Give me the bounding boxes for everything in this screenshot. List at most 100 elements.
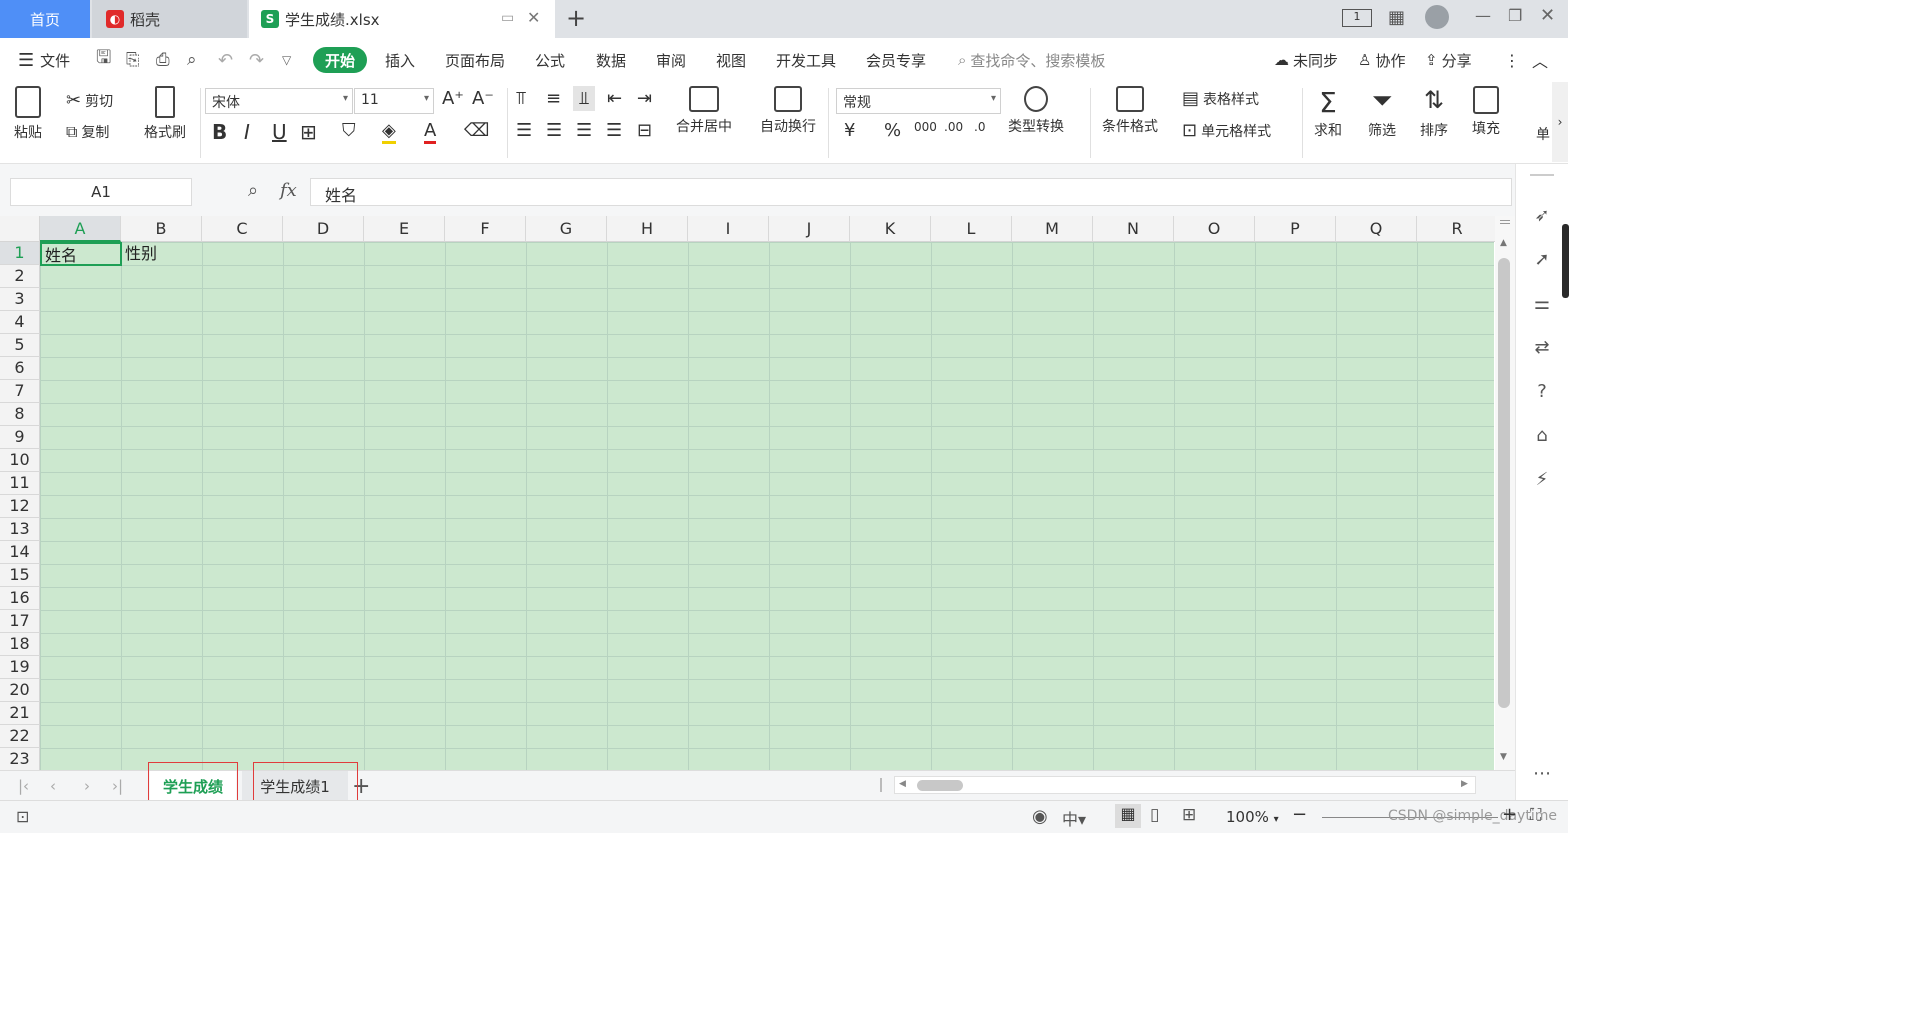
normal-view-icon[interactable]: ▦ bbox=[1115, 804, 1141, 828]
tab-start[interactable]: 开始 bbox=[313, 47, 368, 73]
fx-icon[interactable]: fx bbox=[280, 180, 297, 201]
cell-a1[interactable]: 姓名 bbox=[40, 242, 122, 266]
minimize-icon[interactable]: — bbox=[1475, 6, 1491, 25]
select-all-corner[interactable] bbox=[0, 216, 40, 242]
align-right-icon[interactable]: ☰ bbox=[576, 120, 592, 141]
prev-sheet-icon[interactable]: ‹ bbox=[50, 771, 56, 801]
tab-review[interactable]: 审阅 bbox=[656, 38, 686, 82]
page-break-view-icon[interactable]: ⊞ bbox=[1182, 805, 1196, 825]
last-sheet-icon[interactable]: ›| bbox=[112, 771, 123, 801]
increase-font-icon[interactable]: A⁺ bbox=[442, 88, 464, 109]
export-icon[interactable]: ⎘ bbox=[126, 38, 140, 82]
redo-icon[interactable]: ↷ bbox=[249, 38, 264, 82]
name-box[interactable]: A1 bbox=[10, 178, 192, 206]
font-name-select[interactable]: 宋体 bbox=[205, 88, 353, 114]
row-header[interactable]: 10 bbox=[0, 449, 40, 472]
quick-access-dropdown-icon[interactable]: ▽ bbox=[282, 38, 291, 82]
row-header[interactable]: 9 bbox=[0, 426, 40, 449]
fill-color-icon[interactable]: ◈ bbox=[382, 120, 396, 144]
more-options-icon[interactable]: ⋯ bbox=[1532, 764, 1552, 784]
row-header[interactable]: 14 bbox=[0, 541, 40, 564]
restore-icon[interactable]: ❐ bbox=[1508, 6, 1522, 25]
zoom-search-icon[interactable]: ⌕ bbox=[248, 180, 258, 201]
new-tab-button[interactable]: + bbox=[566, 4, 586, 32]
row-header[interactable]: 8 bbox=[0, 403, 40, 426]
cell-style-button[interactable]: ⊡ 单元格样式 bbox=[1182, 120, 1271, 141]
column-header[interactable]: D bbox=[283, 216, 364, 242]
column-header[interactable]: C bbox=[202, 216, 283, 242]
column-header[interactable]: H bbox=[607, 216, 688, 242]
row-header[interactable]: 3 bbox=[0, 288, 40, 311]
column-header[interactable]: L bbox=[931, 216, 1012, 242]
row-header[interactable]: 12 bbox=[0, 495, 40, 518]
page-count-icon[interactable]: 1 bbox=[1342, 9, 1372, 27]
horizontal-scrollbar[interactable]: ◀ ▶ bbox=[894, 776, 1476, 794]
tab-developer[interactable]: 开发工具 bbox=[776, 38, 836, 82]
cell-b1[interactable]: 性别 bbox=[122, 242, 203, 265]
store-icon[interactable]: ⌂ bbox=[1532, 426, 1552, 446]
save-icon[interactable]: 🖫 bbox=[96, 38, 111, 82]
row-header[interactable]: 6 bbox=[0, 357, 40, 380]
table-style-button[interactable]: ▤ 表格样式 bbox=[1182, 88, 1259, 109]
tab-data[interactable]: 数据 bbox=[596, 38, 626, 82]
sliders-icon[interactable]: ⚌ bbox=[1532, 294, 1552, 314]
underline-icon[interactable]: U bbox=[272, 120, 287, 144]
input-method-icon[interactable]: 中▾ bbox=[1062, 806, 1086, 830]
row-header[interactable]: 23 bbox=[0, 748, 40, 770]
panel-handle[interactable] bbox=[1530, 174, 1554, 176]
type-convert-button[interactable]: 类型转换 bbox=[1008, 86, 1064, 136]
row-header[interactable]: 1 bbox=[0, 242, 40, 265]
fill-button[interactable]: 填充 bbox=[1472, 86, 1500, 138]
fill-pattern-icon[interactable]: ⛉ bbox=[342, 120, 356, 141]
close-window-icon[interactable]: ✕ bbox=[1540, 5, 1555, 26]
next-sheet-icon[interactable]: › bbox=[84, 771, 90, 801]
font-color-icon[interactable]: A bbox=[424, 120, 437, 144]
align-left-icon[interactable]: ☰ bbox=[516, 120, 532, 141]
file-menu[interactable]: ☰ 文件 bbox=[18, 38, 70, 82]
merge-center-button[interactable]: 合并居中 bbox=[676, 86, 732, 136]
rocket-icon[interactable]: ➶ bbox=[1532, 206, 1552, 226]
column-header[interactable]: I bbox=[688, 216, 769, 242]
align-bottom-icon[interactable]: ⫫ bbox=[573, 86, 596, 111]
page-layout-view-icon[interactable]: ▯ bbox=[1150, 805, 1159, 825]
row-header[interactable]: 17 bbox=[0, 610, 40, 633]
row-header[interactable]: 4 bbox=[0, 311, 40, 334]
formula-input[interactable]: 姓名 bbox=[310, 178, 1512, 206]
split-handle[interactable] bbox=[1500, 220, 1510, 224]
ribbon-scroll-right-icon[interactable]: › bbox=[1552, 82, 1568, 162]
scroll-right-icon[interactable]: ▶ bbox=[1461, 779, 1468, 789]
convert-panel-icon[interactable]: ⇄ bbox=[1532, 338, 1552, 358]
sort-button[interactable]: ⇅ 排序 bbox=[1420, 86, 1448, 140]
command-search[interactable]: ⌕ 查找命令、搜索模板 bbox=[958, 38, 1105, 82]
fullscreen-icon[interactable]: ⛶ bbox=[1530, 805, 1541, 825]
align-center-icon[interactable]: ☰ bbox=[546, 120, 562, 141]
avatar[interactable] bbox=[1425, 5, 1449, 29]
tab-formula[interactable]: 公式 bbox=[535, 38, 565, 82]
print-icon[interactable]: ⎙ bbox=[156, 38, 170, 82]
row-header[interactable]: 11 bbox=[0, 472, 40, 495]
align-middle-icon[interactable]: ≡ bbox=[546, 88, 561, 109]
decrease-indent-icon[interactable]: ⇤ bbox=[607, 88, 622, 109]
tab-file[interactable]: S 学生成绩.xlsx ▭ ✕ bbox=[249, 0, 555, 38]
decrease-font-icon[interactable]: A⁻ bbox=[472, 88, 494, 109]
vertical-scroll-thumb[interactable] bbox=[1498, 258, 1510, 708]
zoom-in-icon[interactable]: + bbox=[1502, 804, 1517, 825]
horizontal-scroll-thumb[interactable] bbox=[917, 780, 963, 791]
bold-icon[interactable]: B bbox=[212, 120, 227, 144]
tab-home[interactable]: 首页 bbox=[0, 0, 90, 38]
column-header[interactable]: B bbox=[121, 216, 202, 242]
column-header[interactable]: A bbox=[40, 216, 121, 242]
single-button[interactable]: 单 bbox=[1536, 124, 1550, 144]
percent-icon[interactable]: % bbox=[884, 120, 901, 141]
eraser-icon[interactable]: ⌫ bbox=[464, 120, 489, 141]
format-painter-button[interactable]: 格式刷 bbox=[144, 86, 186, 142]
distribute-icon[interactable]: ⊟ bbox=[637, 120, 652, 141]
wrap-text-button[interactable]: 自动换行 bbox=[760, 86, 816, 136]
eye-protection-icon[interactable]: ◉ bbox=[1032, 806, 1048, 827]
scroll-up-icon[interactable]: ▲ bbox=[1500, 238, 1507, 248]
column-header[interactable]: N bbox=[1093, 216, 1174, 242]
undo-icon[interactable]: ↶ bbox=[218, 38, 233, 82]
share-button[interactable]: ⇪ 分享 bbox=[1425, 38, 1472, 82]
scroll-down-icon[interactable]: ▼ bbox=[1500, 752, 1507, 762]
increase-decimal-icon[interactable]: .00 bbox=[944, 120, 963, 134]
